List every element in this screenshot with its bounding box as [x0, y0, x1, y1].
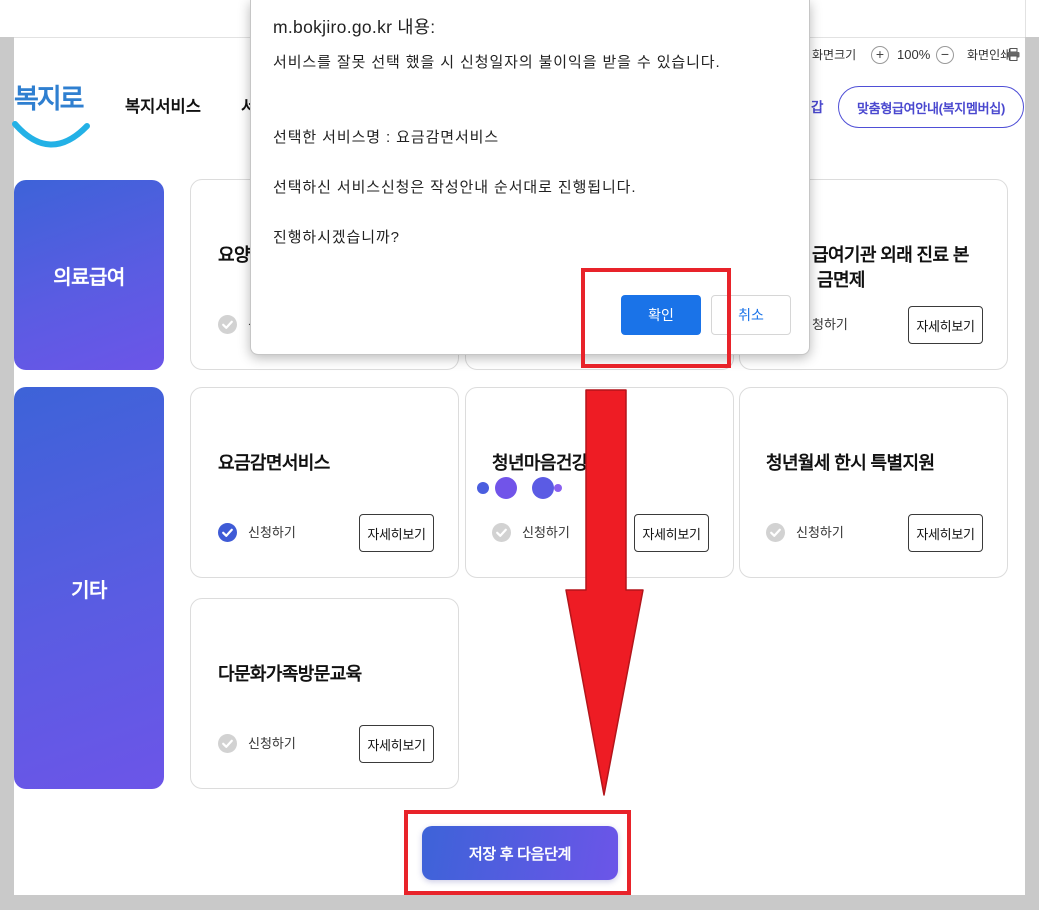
service-card-fee-reduction: 요금감면서비스 신청하기 자세히보기: [190, 387, 459, 578]
printer-icon[interactable]: [1007, 48, 1020, 61]
logo-smile-icon: [12, 121, 90, 148]
detail-button[interactable]: 자세히보기: [908, 514, 983, 552]
window-frame-right: [1025, 37, 1039, 910]
membership-guide-button[interactable]: 맞춤형급여안내(복지멤버십): [838, 86, 1024, 128]
nav-welfare-services[interactable]: 복지서비스: [125, 97, 201, 117]
apply-toggle[interactable]: 신청하기: [218, 523, 296, 542]
apply-label: 신청하기: [248, 736, 296, 751]
service-card-youth-rent: 청년월세 한시 특별지원 신청하기 자세히보기: [739, 387, 1008, 578]
service-title-line: 금면제: [817, 270, 865, 290]
dialog-message-line: 선택한 서비스명 : 요금감면서비스: [273, 129, 500, 146]
print-button[interactable]: 화면인쇄: [967, 47, 1011, 63]
dialog-origin: m.bokjiro.go.kr 내용:: [273, 17, 436, 37]
check-circle-icon: [218, 734, 237, 753]
window-frame-left: [0, 37, 14, 910]
zoom-value: 100%: [897, 47, 931, 62]
apply-toggle[interactable]: 청하기: [812, 315, 848, 334]
detail-button[interactable]: 자세히보기: [908, 306, 983, 344]
loading-dots-icon: [477, 477, 562, 499]
apply-toggle[interactable]: 신청하기: [492, 523, 570, 542]
annotation-box-next: [404, 810, 631, 895]
service-title: 요금감면서비스: [218, 453, 330, 473]
service-title: 요양: [218, 245, 251, 265]
window-frame-bottom: [0, 895, 1039, 910]
check-circle-icon: [766, 523, 785, 542]
zoom-in-button[interactable]: +: [871, 46, 889, 64]
apply-label: 신청하기: [248, 525, 296, 540]
dialog-message-line: 선택하신 서비스신청은 작성안내 순서대로 진행됩니다.: [273, 179, 637, 196]
service-title: 다문화가족방문교육: [218, 664, 362, 684]
bokjiro-logo[interactable]: 복지로: [12, 80, 90, 154]
category-other: 기타: [14, 387, 164, 789]
service-title: 청년월세 한시 특별지원: [766, 453, 935, 473]
frame-edge: [1025, 0, 1026, 37]
service-title: 급여기관 외래 진료 본 금면제: [812, 243, 969, 293]
category-medical-aid: 의료급여: [14, 180, 164, 370]
check-circle-icon: [492, 523, 511, 542]
check-circle-icon: [218, 315, 237, 334]
apply-label: 신청하기: [796, 525, 844, 540]
detail-button[interactable]: 자세히보기: [359, 725, 434, 763]
apply-toggle[interactable]: 신청하기: [766, 523, 844, 542]
check-circle-icon: [218, 523, 237, 542]
zoom-out-button[interactable]: −: [936, 46, 954, 64]
annotation-box-confirm: [581, 268, 731, 368]
apply-toggle[interactable]: 신청하기: [218, 734, 296, 753]
logo-text: 복지로: [14, 84, 85, 114]
service-card-multicultural: 다문화가족방문교육 신청하기 자세히보기: [190, 598, 459, 789]
nav-right-partial[interactable]: 갑: [811, 99, 823, 117]
apply-label: 청하기: [812, 317, 848, 332]
dialog-message-line: 서비스를 잘못 선택 했을 시 신청일자의 불이익을 받을 수 있습니다.: [273, 54, 721, 71]
service-title-line: 급여기관 외래 진료 본: [812, 245, 969, 265]
red-arrow-icon: [565, 389, 644, 796]
detail-button[interactable]: 자세히보기: [359, 514, 434, 552]
dialog-message-line: 진행하시겠습니까?: [273, 229, 400, 246]
zoom-label: 화면크기: [812, 48, 857, 62]
